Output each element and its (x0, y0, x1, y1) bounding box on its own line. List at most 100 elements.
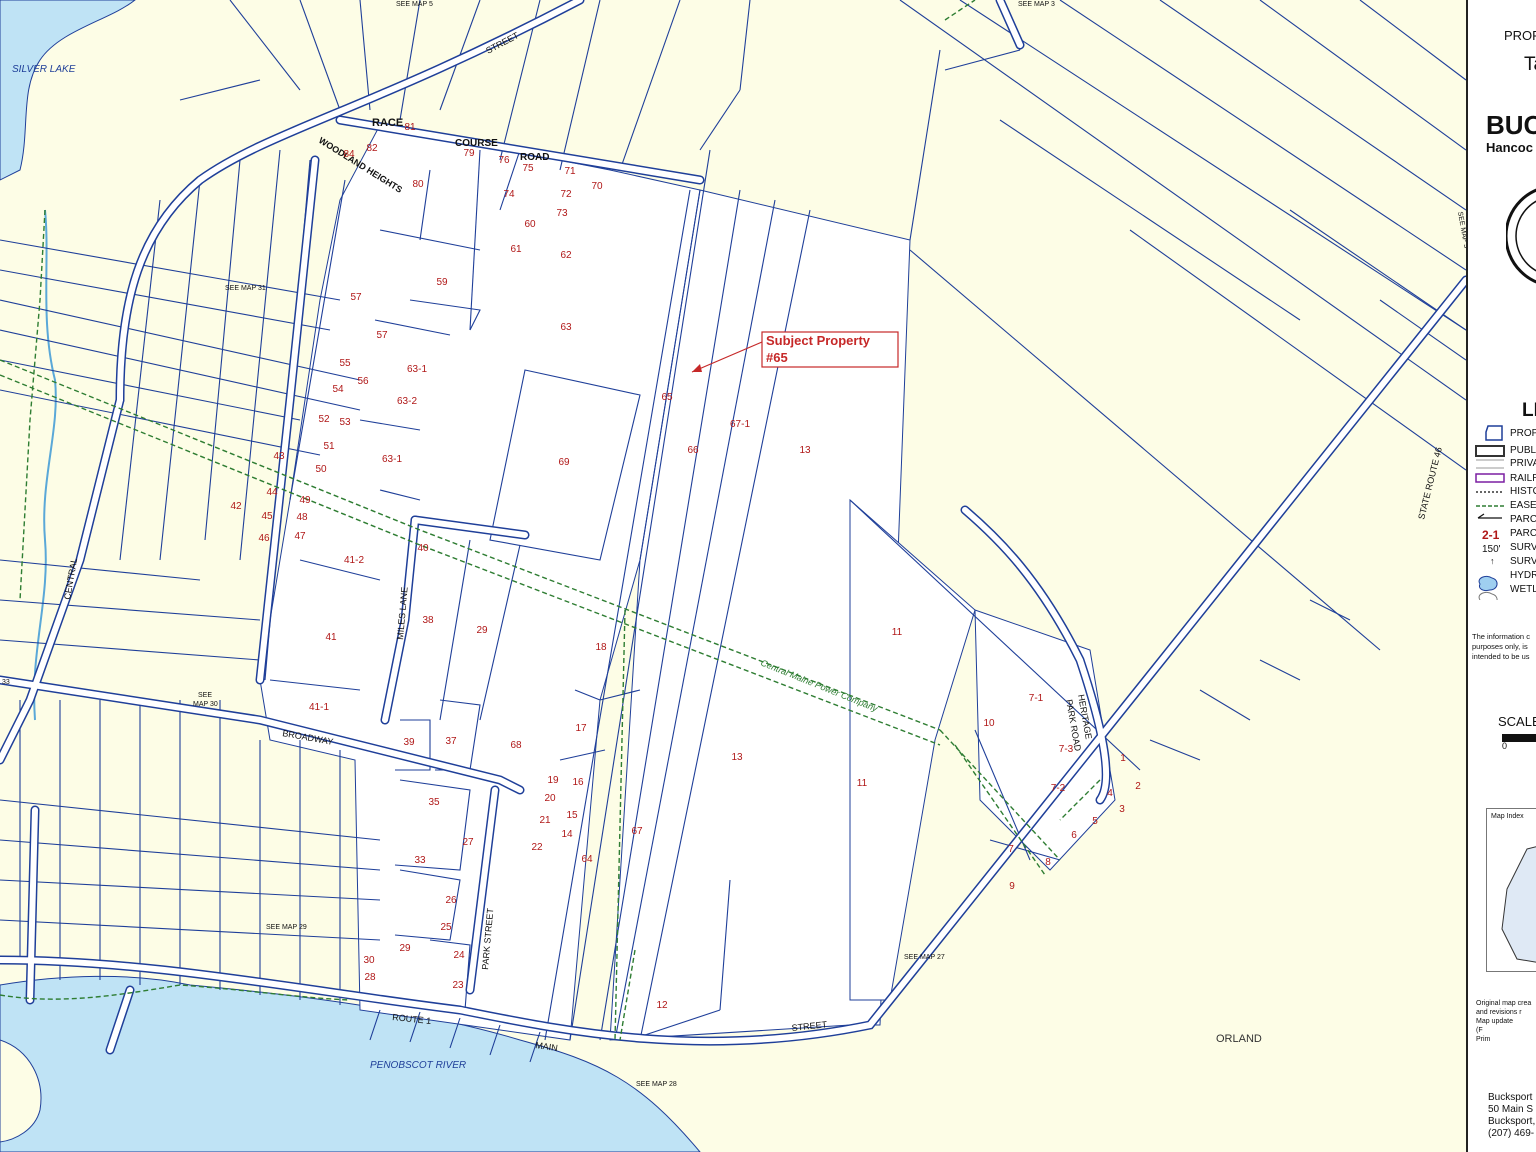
map-index-box: Map Index (1486, 808, 1536, 972)
parcel-label[interactable]: 12 (656, 1000, 668, 1011)
parcel-label[interactable]: 26 (445, 895, 457, 906)
parcel-label[interactable]: 5 (1092, 816, 1098, 827)
parcel-label[interactable]: 45 (261, 511, 273, 522)
parcel-label[interactable]: 41-2 (344, 555, 364, 566)
parcel-label[interactable]: 63-1 (407, 364, 427, 375)
parcel-label[interactable]: 81 (404, 122, 416, 133)
parcel-label[interactable]: 59 (436, 277, 448, 288)
parcel-label[interactable]: 13 (731, 752, 743, 763)
parcel-label[interactable]: 29 (399, 943, 411, 954)
parcel-label[interactable]: 62 (560, 250, 572, 261)
parcel-label[interactable]: 16 (572, 777, 584, 788)
parcel-label[interactable]: 13 (799, 445, 811, 456)
parcel-label[interactable]: 40 (417, 543, 429, 554)
parcel-label[interactable]: 41 (325, 632, 337, 643)
parcel-label[interactable]: 10 (983, 718, 995, 729)
parcel-label[interactable]: 4 (1107, 788, 1113, 799)
parcel-label[interactable]: 63-1 (382, 454, 402, 465)
parcel-label[interactable]: 7-1 (1029, 693, 1044, 704)
town-seal (1506, 188, 1536, 284)
parcel-label[interactable]: 82 (366, 143, 378, 154)
parcel-label[interactable]: 24 (453, 950, 465, 961)
parcel-label[interactable]: 67 (631, 826, 643, 837)
legend-item: SURV (1510, 542, 1536, 553)
parcel-label[interactable]: 69 (558, 457, 570, 468)
parcel-label[interactable]: 46 (258, 533, 270, 544)
parcel-label[interactable]: 70 (591, 181, 603, 192)
parcel-label[interactable]: 6 (1071, 830, 1077, 841)
parcel-label[interactable]: 67-1 (730, 419, 750, 430)
parcel-label[interactable]: 74 (503, 189, 515, 200)
parcel-label[interactable]: 57 (350, 292, 362, 303)
map-index-thumbnail (1501, 846, 1536, 963)
parcel-label[interactable]: 7 (1008, 844, 1014, 855)
parcel-label[interactable]: 63-2 (397, 396, 417, 407)
scale-zero: 0 (1502, 741, 1508, 751)
parcel-label[interactable]: 55 (339, 358, 351, 369)
parcel-label[interactable]: 1 (1120, 753, 1126, 764)
parcel-label[interactable]: 37 (445, 736, 457, 747)
parcel-label[interactable]: 15 (566, 810, 578, 821)
parcel-label[interactable]: 64 (581, 854, 593, 865)
parcel-label[interactable]: 42 (230, 501, 242, 512)
parcel-label[interactable]: 72 (560, 189, 572, 200)
parcel-label[interactable]: 66 (687, 445, 699, 456)
parcel-label[interactable]: 17 (575, 723, 587, 734)
parcel-label[interactable]: 19 (547, 775, 559, 786)
parcel-map[interactable]: SILVER LAKE PENOBSCOT RIVER Subject Prop… (0, 0, 1466, 1152)
parcel-label[interactable]: 53 (339, 417, 351, 428)
map-index-label: Map Index (1491, 813, 1524, 820)
parcel-label[interactable]: 35 (428, 797, 440, 808)
parcel-label[interactable]: 79 (463, 148, 475, 159)
parcel-label[interactable]: 48 (296, 512, 308, 523)
parcel-label[interactable]: 41-1 (309, 702, 329, 713)
parcel-label[interactable]: 20 (544, 793, 556, 804)
parcel-label[interactable]: 11 (892, 627, 903, 638)
credit-line: Original map crea (1476, 1000, 1532, 1007)
parcel-label[interactable]: 84 (343, 149, 355, 160)
parcel-label[interactable]: 68 (510, 740, 522, 751)
parcel-label[interactable]: 47 (294, 531, 306, 542)
parcel-label[interactable]: 71 (564, 166, 576, 177)
parcel-label[interactable]: 25 (440, 922, 452, 933)
parcel-label[interactable]: 30 (363, 955, 375, 966)
parcel-label[interactable]: 52 (318, 414, 330, 425)
parcel-label[interactable]: 7-2 (1051, 783, 1066, 794)
ref-map31: SEE MAP 31 (225, 285, 266, 292)
parcel-label[interactable]: 33 (414, 855, 426, 866)
parcel-label[interactable]: 50 (315, 464, 327, 475)
parcel-label[interactable]: 57 (376, 330, 388, 341)
parcel-label[interactable]: 44 (266, 487, 278, 498)
parcel-label[interactable]: 39 (403, 737, 415, 748)
parcel-label[interactable]: 8 (1045, 857, 1051, 868)
parcel-label[interactable]: 43 (273, 451, 285, 462)
parcel-label[interactable]: 23 (452, 980, 464, 991)
parcel-label[interactable]: 22 (531, 842, 543, 853)
parcel-label[interactable]: 38 (422, 615, 434, 626)
parcel-label[interactable]: 3 (1119, 804, 1125, 815)
parcel-label[interactable]: 76 (498, 155, 510, 166)
parcel-label[interactable]: 18 (595, 642, 607, 653)
parcel-label[interactable]: 14 (561, 829, 573, 840)
parcel-label[interactable]: 54 (332, 384, 344, 395)
parcel-label[interactable]: 60 (524, 219, 536, 230)
parcel-label[interactable]: 29 (476, 625, 488, 636)
parcel-label[interactable]: 80 (412, 179, 424, 190)
parcel-label[interactable]: 7-3 (1059, 744, 1074, 755)
parcel-label[interactable]: 27 (462, 837, 474, 848)
parcel-label[interactable]: 28 (364, 972, 376, 983)
parcel-label[interactable]: 63 (560, 322, 572, 333)
parcel-label[interactable]: 56 (357, 376, 369, 387)
parcel-label[interactable]: 9 (1009, 881, 1015, 892)
parcel-label[interactable]: 75 (522, 163, 534, 174)
parcel-label[interactable]: 2 (1135, 781, 1141, 792)
parcel-label[interactable]: 73 (556, 208, 568, 219)
parcel-label[interactable]: 21 (539, 815, 551, 826)
ref-map28: SEE MAP 28 (636, 1081, 677, 1088)
parcel-label[interactable]: 51 (323, 441, 335, 452)
legend-title: LE (1522, 400, 1536, 421)
parcel-label[interactable]: 61 (510, 244, 522, 255)
parcel-label[interactable]: 65 (661, 392, 673, 403)
parcel-label[interactable]: 49 (299, 495, 311, 506)
parcel-label[interactable]: 11 (857, 778, 868, 789)
